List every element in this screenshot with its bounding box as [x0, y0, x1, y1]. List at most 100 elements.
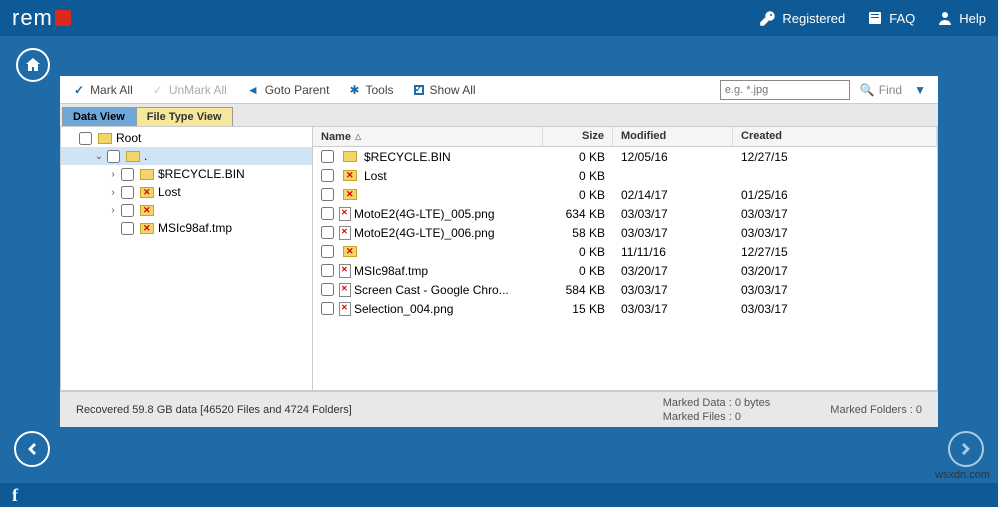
list-row[interactable]: 0 KB02/14/1701/25/16	[313, 185, 937, 204]
header-size[interactable]: Size	[543, 127, 613, 146]
tree-checkbox[interactable]	[121, 222, 134, 235]
header-modified[interactable]: Modified	[613, 127, 733, 146]
facebook-icon[interactable]: f	[12, 485, 18, 506]
tools-button[interactable]: ✱ Tools	[341, 81, 401, 99]
tree-checkbox[interactable]	[107, 150, 120, 163]
row-checkbox[interactable]	[321, 169, 334, 182]
row-checkbox[interactable]	[321, 207, 334, 220]
file-modified: 03/03/17	[613, 226, 733, 240]
file-modified: 12/05/16	[613, 150, 733, 164]
chevron-down-icon[interactable]: ▼	[914, 83, 926, 97]
expand-icon[interactable]: ›	[107, 187, 119, 198]
tree-label: Root	[116, 131, 141, 145]
key-icon	[760, 10, 776, 26]
home-icon	[24, 56, 42, 74]
arrow-right-icon	[956, 439, 976, 459]
file-name: $RECYCLE.BIN	[364, 150, 451, 164]
list-row[interactable]: MotoE2(4G-LTE)_005.png634 KB03/03/1703/0…	[313, 204, 937, 223]
list-row[interactable]: $RECYCLE.BIN0 KB12/05/1612/27/15	[313, 147, 937, 166]
tree-item-root[interactable]: Root	[61, 129, 312, 147]
book-icon	[867, 10, 883, 26]
tree-checkbox[interactable]	[121, 204, 134, 217]
header-created[interactable]: Created	[733, 127, 937, 146]
file-deleted-icon	[339, 302, 351, 316]
file-list: Name△ Size Modified Created $RECYCLE.BIN…	[313, 127, 937, 390]
file-name: MSIc98af.tmp	[354, 264, 428, 278]
logo-square-icon	[55, 10, 71, 26]
help-button[interactable]: Help	[937, 10, 986, 26]
tree-checkbox[interactable]	[121, 186, 134, 199]
tools-label: Tools	[366, 83, 394, 97]
faq-button[interactable]: FAQ	[867, 10, 915, 26]
file-modified: 11/11/16	[613, 245, 733, 259]
expand-icon[interactable]: ›	[107, 169, 119, 180]
row-checkbox[interactable]	[321, 150, 334, 163]
search-input[interactable]	[720, 80, 850, 100]
file-size: 0 KB	[543, 169, 613, 183]
file-size: 15 KB	[543, 302, 613, 316]
collapse-icon[interactable]: ⌄	[93, 151, 105, 162]
row-checkbox[interactable]	[321, 245, 334, 258]
unmark-all-button[interactable]: ✓ UnMark All	[145, 81, 235, 99]
magnifier-icon: 🔍	[860, 83, 875, 97]
folder-tree[interactable]: Root ⌄. ›$RECYCLE.BIN ›Lost › MSIc98af.t…	[61, 127, 313, 390]
list-row[interactable]: MotoE2(4G-LTE)_006.png58 KB03/03/1703/03…	[313, 223, 937, 242]
folder-icon	[343, 151, 357, 162]
recovered-text: Recovered 59.8 GB data [46520 Files and …	[76, 404, 352, 416]
folder-deleted-icon	[140, 223, 154, 234]
tree-checkbox[interactable]	[79, 132, 92, 145]
row-checkbox[interactable]	[321, 283, 334, 296]
file-deleted-icon	[339, 207, 351, 221]
list-row[interactable]: Lost0 KB	[313, 166, 937, 185]
tab-file-type-view[interactable]: File Type View	[136, 107, 233, 126]
goto-parent-button[interactable]: ◄ Goto Parent	[239, 81, 338, 99]
row-checkbox[interactable]	[321, 226, 334, 239]
file-created: 03/03/17	[733, 207, 937, 221]
arrow-left-icon: ◄	[247, 83, 259, 97]
tree-item-dot[interactable]: ⌄.	[61, 147, 312, 165]
file-name: Screen Cast - Google Chro...	[354, 283, 509, 297]
row-checkbox[interactable]	[321, 264, 334, 277]
header-name[interactable]: Name△	[313, 127, 543, 146]
marked-folders-text: Marked Folders : 0	[830, 404, 922, 416]
row-checkbox[interactable]	[321, 188, 334, 201]
status-bar: Recovered 59.8 GB data [46520 Files and …	[60, 391, 938, 427]
registered-button[interactable]: Registered	[760, 10, 845, 26]
tree-label: MSIc98af.tmp	[158, 221, 232, 235]
tree-item-recycle[interactable]: ›$RECYCLE.BIN	[61, 165, 312, 183]
expand-icon[interactable]: ›	[107, 205, 119, 216]
tree-item-lost[interactable]: ›Lost	[61, 183, 312, 201]
help-label: Help	[959, 11, 986, 26]
tree-item-blank[interactable]: ›	[61, 201, 312, 219]
marked-data-text: Marked Data : 0 bytes	[663, 396, 771, 410]
goto-parent-label: Goto Parent	[265, 83, 330, 97]
tab-data-view[interactable]: Data View	[62, 107, 136, 126]
file-created: 03/20/17	[733, 264, 937, 278]
show-all-button[interactable]: ✓ Show All	[406, 81, 484, 99]
back-button[interactable]	[14, 431, 50, 467]
registered-label: Registered	[782, 11, 845, 26]
file-size: 58 KB	[543, 226, 613, 240]
list-row[interactable]: MSIc98af.tmp0 KB03/20/1703/20/17	[313, 261, 937, 280]
list-row[interactable]: Screen Cast - Google Chro... 584 KB 03/03/…	[313, 280, 937, 299]
list-row[interactable]: Selection_004.png15 KB03/03/1703/03/17	[313, 299, 937, 318]
uncheck-icon: ✓	[153, 83, 163, 97]
unmark-all-label: UnMark All	[169, 83, 227, 97]
home-button[interactable]	[16, 48, 50, 82]
file-created: 03/03/17	[733, 283, 937, 297]
file-size: 0 KB	[543, 264, 613, 278]
main-panel: ✓ Mark All ✓ UnMark All ◄ Goto Parent ✱ …	[60, 76, 938, 427]
row-checkbox[interactable]	[321, 302, 334, 315]
list-row[interactable]: 0 KB11/11/1612/27/15	[313, 242, 937, 261]
file-modified: 03/03/17	[613, 207, 733, 221]
file-size: 584 KB	[543, 283, 613, 297]
file-deleted-icon	[339, 226, 351, 240]
find-button[interactable]: 🔍 Find ▼	[854, 83, 932, 97]
tree-item-tmp[interactable]: MSIc98af.tmp	[61, 219, 312, 237]
folder-icon	[126, 151, 140, 162]
folder-icon	[140, 169, 154, 180]
mark-all-button[interactable]: ✓ Mark All	[66, 81, 141, 99]
tab-bar: Data View File Type View	[60, 104, 938, 126]
tree-checkbox[interactable]	[121, 168, 134, 181]
file-size: 0 KB	[543, 188, 613, 202]
